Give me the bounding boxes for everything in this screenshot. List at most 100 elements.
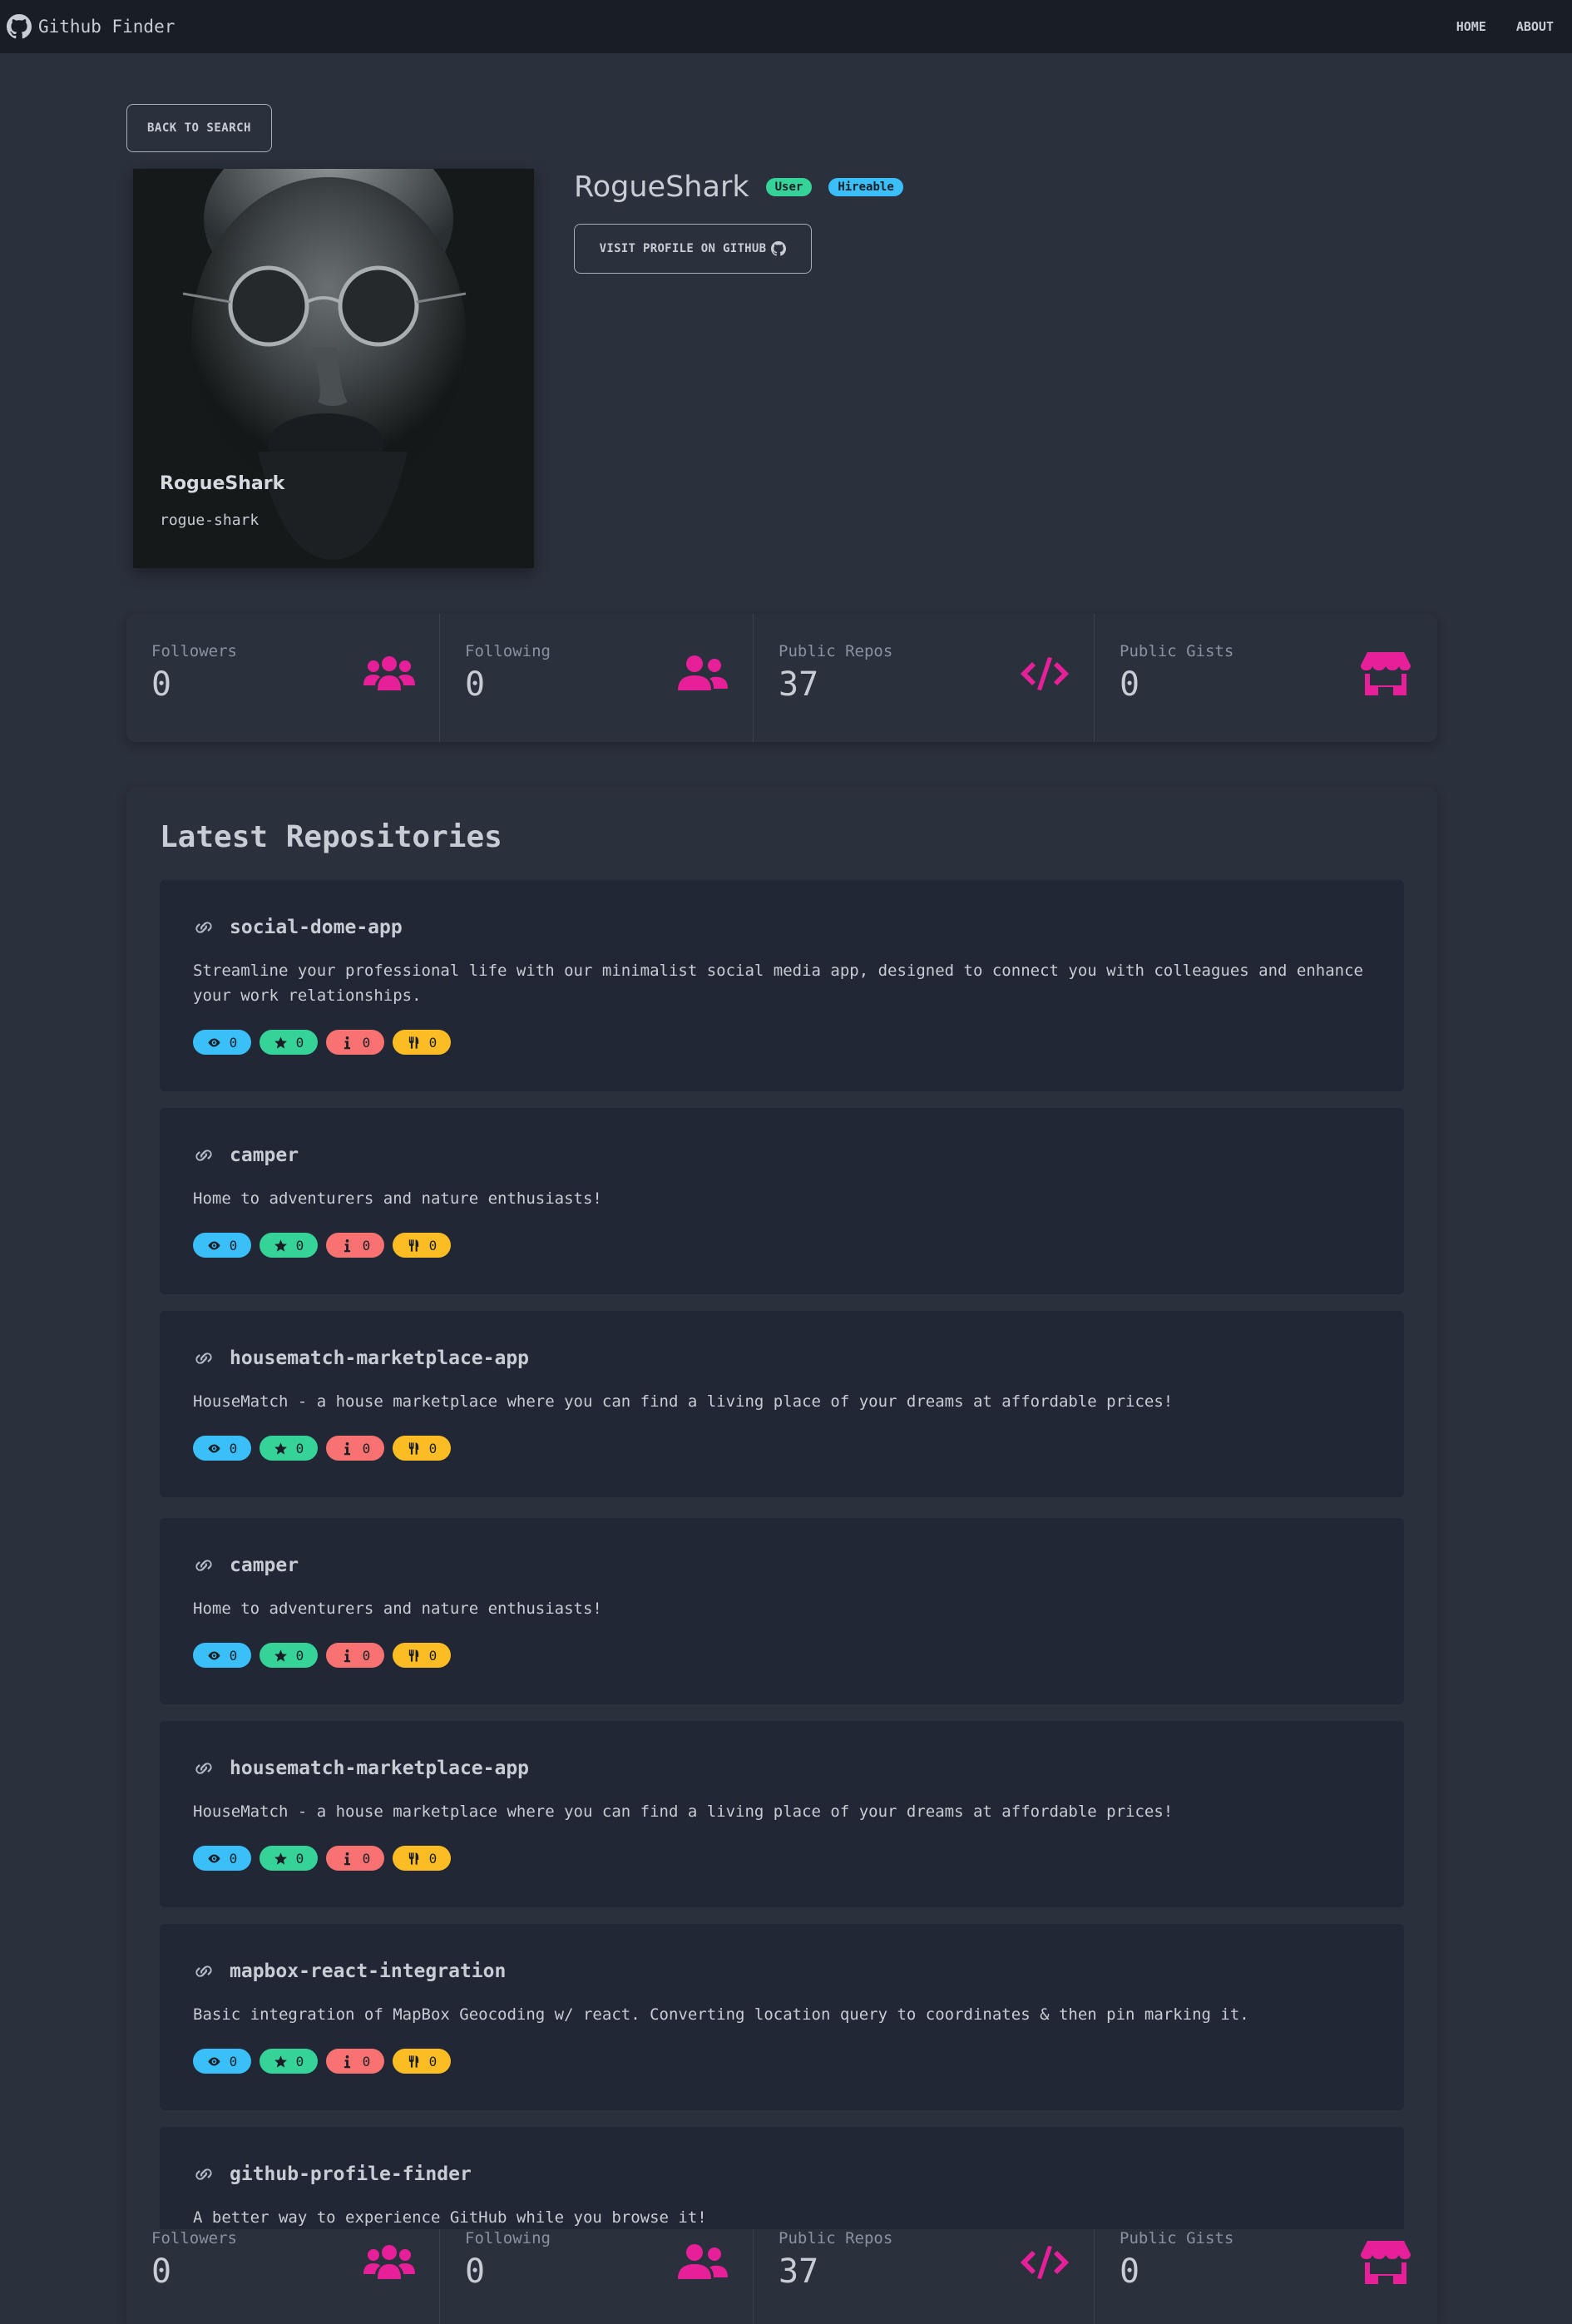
watchers-badge: 0 xyxy=(193,2049,251,2074)
user-type-badge: User xyxy=(765,178,813,196)
utensils-icon xyxy=(408,1239,418,1252)
star-icon xyxy=(274,1441,287,1455)
repo-name-link[interactable]: housematch-marketplace-app xyxy=(230,1758,529,1779)
repo-card: mapbox-react-integration Basic integrati… xyxy=(160,1924,1404,2110)
brand[interactable]: Github Finder xyxy=(7,14,175,39)
link-icon xyxy=(195,2168,212,2180)
watchers-count: 0 xyxy=(229,1034,238,1051)
eye-icon xyxy=(208,1651,220,1659)
stat-value: 37 xyxy=(779,2252,819,2291)
utensils-icon xyxy=(408,2055,418,2068)
info-icon xyxy=(344,1036,350,1049)
repo-name-row[interactable]: github-profile-finder xyxy=(193,2163,472,2185)
utensils-icon xyxy=(408,1852,418,1865)
forks-badge: 0 xyxy=(393,1233,451,1258)
stat-value: 0 xyxy=(151,2252,172,2291)
forks-badge: 0 xyxy=(393,2049,451,2074)
link-icon xyxy=(195,1763,212,1774)
hireable-badge: Hireable xyxy=(828,178,903,196)
repo-description: Home to adventurers and nature enthusias… xyxy=(193,1189,602,1208)
user-friends-icon xyxy=(676,650,729,697)
repo-name-link[interactable]: camper xyxy=(230,1555,299,1576)
repo-name-row[interactable]: camper xyxy=(193,1145,299,1166)
forks-count: 0 xyxy=(428,1237,437,1253)
watchers-badge: 0 xyxy=(193,1643,251,1668)
issues-badge: 0 xyxy=(326,1643,384,1668)
stat-value: 0 xyxy=(465,665,486,704)
repo-card: camper Home to adventurers and nature en… xyxy=(160,1108,1404,1294)
stat-value: 0 xyxy=(1120,665,1140,704)
nav-links: HOME ABOUT xyxy=(1448,12,1562,41)
repo-name-link[interactable]: housematch-marketplace-app xyxy=(230,1347,529,1369)
users-icon xyxy=(363,650,416,697)
back-to-search-button[interactable]: BACK TO SEARCH xyxy=(126,104,272,152)
nav-home-link[interactable]: HOME xyxy=(1448,12,1495,41)
issues-count: 0 xyxy=(362,1440,371,1456)
star-icon xyxy=(274,1649,287,1662)
avatar-login: rogue-shark xyxy=(160,512,260,529)
issues-badge: 0 xyxy=(326,1233,384,1258)
watchers-count: 0 xyxy=(229,1647,238,1664)
stars-badge: 0 xyxy=(260,1436,318,1461)
repo-card: social-dome-app Streamline your professi… xyxy=(160,880,1404,1091)
store-icon xyxy=(1359,650,1412,697)
stars-count: 0 xyxy=(295,1440,304,1456)
issues-count: 0 xyxy=(362,1237,371,1253)
repo-name-link[interactable]: mapbox-react-integration xyxy=(230,1961,506,1982)
stat-followers: Followers 0 xyxy=(126,614,440,742)
stat-public-repos: Public Repos 37 xyxy=(754,2229,1095,2324)
star-icon xyxy=(274,1852,287,1865)
github-icon xyxy=(771,241,787,256)
stat-title: Following xyxy=(465,2229,551,2247)
eye-icon xyxy=(208,1038,220,1046)
eye-icon xyxy=(208,1241,220,1249)
stat-title: Public Gists xyxy=(1120,2229,1234,2247)
forks-count: 0 xyxy=(428,2053,437,2069)
stat-public-gists: Public Gists 0 xyxy=(1095,2229,1437,2324)
repo-name-link[interactable]: social-dome-app xyxy=(230,917,403,938)
repo-badges: 0 0 0 0 xyxy=(193,1233,451,1258)
users-icon xyxy=(363,2239,416,2286)
forks-count: 0 xyxy=(428,1440,437,1456)
repo-name-row[interactable]: housematch-marketplace-app xyxy=(193,1758,529,1779)
avatar-card: RogueShark rogue-shark xyxy=(133,169,534,568)
stat-public-gists: Public Gists 0 xyxy=(1095,614,1437,742)
visit-profile-button[interactable]: VISIT PROFILE ON GITHUB xyxy=(574,224,812,274)
stat-title: Followers xyxy=(151,642,237,660)
stat-value: 0 xyxy=(151,665,172,704)
stat-title: Public Repos xyxy=(779,642,893,660)
repos-title: Latest Repositories xyxy=(160,820,502,854)
repo-name-row[interactable]: housematch-marketplace-app xyxy=(193,1347,529,1369)
stars-badge: 0 xyxy=(260,1643,318,1668)
forks-count: 0 xyxy=(428,1034,437,1051)
repo-card: housematch-marketplace-app HouseMatch - … xyxy=(160,1311,1404,1497)
nav-about-link[interactable]: ABOUT xyxy=(1508,12,1562,41)
issues-badge: 0 xyxy=(326,1436,384,1461)
issues-count: 0 xyxy=(362,1034,371,1051)
stat-title: Following xyxy=(465,642,551,660)
issues-badge: 0 xyxy=(326,1030,384,1055)
repo-name-link[interactable]: github-profile-finder xyxy=(230,2163,472,2185)
star-icon xyxy=(274,1036,287,1049)
repo-card: camper Home to adventurers and nature en… xyxy=(160,1518,1404,1704)
avatar-image xyxy=(133,169,534,568)
stat-following: Following 0 xyxy=(440,2229,754,2324)
stars-count: 0 xyxy=(295,1850,304,1867)
repo-badges: 0 0 0 0 xyxy=(193,2049,451,2074)
link-icon xyxy=(195,1150,212,1161)
stars-badge: 0 xyxy=(260,1846,318,1871)
repo-name-row[interactable]: social-dome-app xyxy=(193,917,403,938)
utensils-icon xyxy=(408,1649,418,1662)
repo-name-row[interactable]: camper xyxy=(193,1555,299,1576)
repos-section: Latest Repositories social-dome-app Stre… xyxy=(126,787,1437,2324)
stat-value: 37 xyxy=(779,665,819,704)
repo-name-row[interactable]: mapbox-react-integration xyxy=(193,1961,506,1982)
code-icon xyxy=(1018,2239,1071,2286)
github-icon xyxy=(7,14,32,39)
forks-badge: 0 xyxy=(393,1030,451,1055)
repo-name-link[interactable]: camper xyxy=(230,1145,299,1166)
stat-title: Followers xyxy=(151,2229,237,2247)
repo-description: Basic integration of MapBox Geocoding w/… xyxy=(193,2005,1249,2024)
forks-count: 0 xyxy=(428,1647,437,1664)
utensils-icon xyxy=(408,1441,418,1455)
